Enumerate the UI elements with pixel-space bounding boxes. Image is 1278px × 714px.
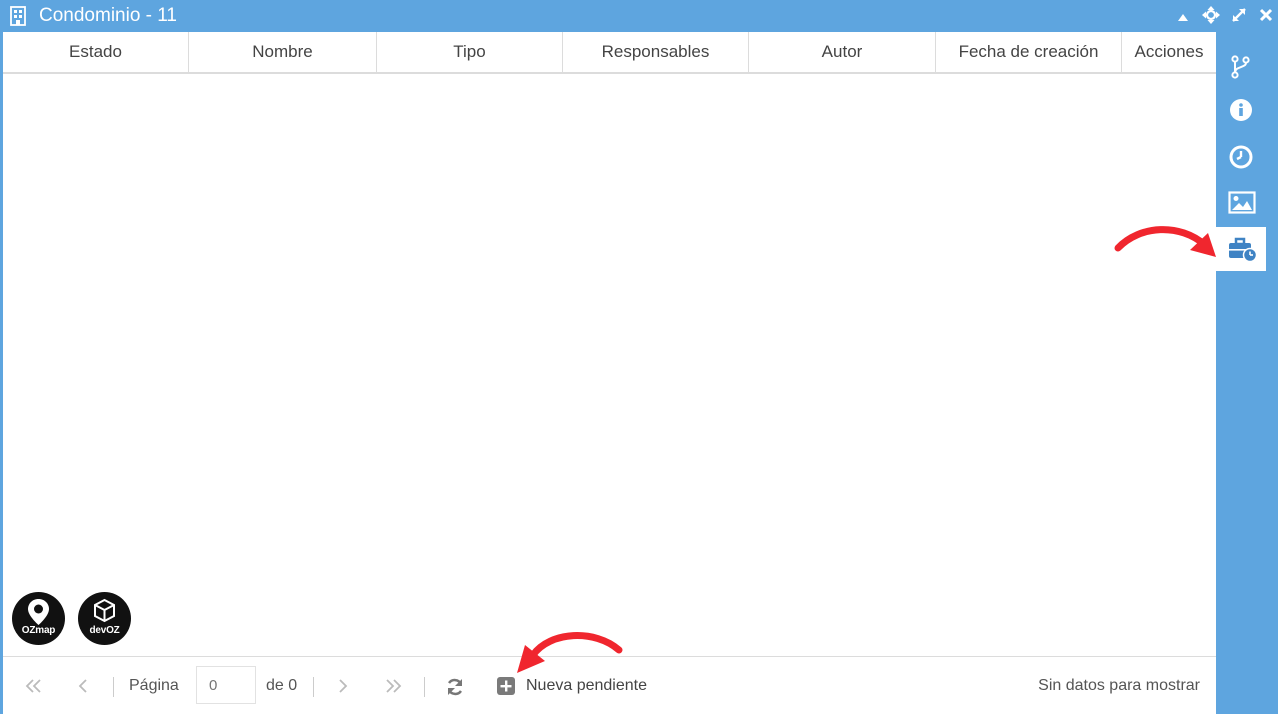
close-icon[interactable] [1259, 8, 1273, 27]
table-header: Estado Nombre Tipo Responsables Autor Fe… [3, 32, 1216, 74]
pagination-status: Sin datos para mostrar [1038, 677, 1200, 694]
new-pending-label: Nueva pendiente [526, 677, 647, 694]
pending-tasks-panel: Estado Nombre Tipo Responsables Autor Fe… [3, 32, 1216, 714]
sidebar-item-images[interactable] [1216, 180, 1266, 224]
pagination-toolbar: Página de 0 Nueva pendiente [3, 656, 1216, 714]
building-icon [10, 6, 26, 31]
page-number-input[interactable] [196, 666, 256, 704]
briefcase-clock-icon [1229, 237, 1258, 263]
sidebar-item-info[interactable] [1216, 88, 1266, 132]
sidebar-item-pending-tasks[interactable] [1216, 227, 1266, 271]
window-title-bar: Condominio - 11 [0, 0, 1278, 32]
last-page-icon[interactable] [385, 677, 403, 700]
column-header-responsables[interactable]: Responsables [563, 32, 749, 72]
new-pending-button[interactable]: Nueva pendiente [496, 676, 647, 698]
column-header-nombre[interactable]: Nombre [189, 32, 377, 72]
next-page-icon[interactable] [336, 677, 350, 700]
info-icon [1230, 99, 1252, 121]
sidebar-item-connections[interactable] [1216, 44, 1266, 88]
git-branch-icon [1231, 55, 1250, 79]
column-header-estado[interactable]: Estado [3, 32, 189, 72]
column-header-autor[interactable]: Autor [749, 32, 936, 72]
table-body [3, 74, 1216, 656]
collapse-icon[interactable] [1177, 10, 1189, 28]
sidebar-item-history[interactable] [1216, 134, 1266, 178]
first-page-icon[interactable] [24, 677, 42, 700]
ozmap-logo-text: OZmap [21, 625, 56, 636]
page-count-label: de 0 [266, 677, 298, 694]
separator [113, 677, 114, 697]
separator [313, 677, 314, 697]
clock-icon [1229, 145, 1253, 169]
refresh-icon[interactable] [445, 677, 465, 702]
devoz-logo-text: devOZ [89, 625, 120, 636]
devoz-logo: devOZ [78, 592, 131, 645]
column-header-tipo[interactable]: Tipo [377, 32, 563, 72]
move-icon[interactable] [1202, 6, 1220, 29]
plus-square-icon [497, 677, 515, 695]
column-header-acciones[interactable]: Acciones [1122, 32, 1216, 72]
ozmap-logo: OZmap [12, 592, 65, 645]
maximize-icon[interactable] [1230, 6, 1248, 29]
column-header-fecha-de-creacion[interactable]: Fecha de creación [936, 32, 1122, 72]
window-title: Condominio - 11 [39, 5, 178, 26]
image-icon [1228, 191, 1256, 214]
separator [424, 677, 425, 697]
page-label: Página [129, 677, 179, 694]
previous-page-icon[interactable] [76, 677, 90, 700]
